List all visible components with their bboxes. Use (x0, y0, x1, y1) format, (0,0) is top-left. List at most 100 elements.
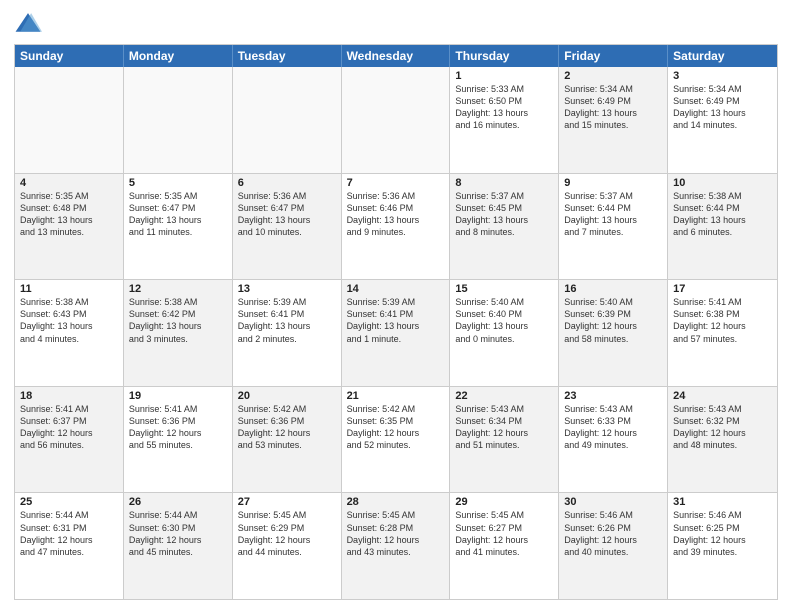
cell-text: Sunrise: 5:38 AM Sunset: 6:43 PM Dayligh… (20, 296, 118, 345)
calendar-cell: 25Sunrise: 5:44 AM Sunset: 6:31 PM Dayli… (15, 493, 124, 599)
day-number: 20 (238, 390, 336, 402)
calendar-cell (124, 67, 233, 173)
calendar-cell: 4Sunrise: 5:35 AM Sunset: 6:48 PM Daylig… (15, 174, 124, 280)
day-number: 29 (455, 496, 553, 508)
cell-text: Sunrise: 5:41 AM Sunset: 6:38 PM Dayligh… (673, 296, 772, 345)
day-number: 30 (564, 496, 662, 508)
cell-text: Sunrise: 5:37 AM Sunset: 6:45 PM Dayligh… (455, 190, 553, 239)
cell-text: Sunrise: 5:43 AM Sunset: 6:34 PM Dayligh… (455, 403, 553, 452)
cell-text: Sunrise: 5:38 AM Sunset: 6:42 PM Dayligh… (129, 296, 227, 345)
cell-text: Sunrise: 5:34 AM Sunset: 6:49 PM Dayligh… (564, 83, 662, 132)
calendar-cell: 21Sunrise: 5:42 AM Sunset: 6:35 PM Dayli… (342, 387, 451, 493)
day-number: 26 (129, 496, 227, 508)
calendar-cell: 5Sunrise: 5:35 AM Sunset: 6:47 PM Daylig… (124, 174, 233, 280)
calendar-header-day: Wednesday (342, 45, 451, 67)
calendar-cell: 13Sunrise: 5:39 AM Sunset: 6:41 PM Dayli… (233, 280, 342, 386)
day-number: 28 (347, 496, 445, 508)
calendar-cell: 14Sunrise: 5:39 AM Sunset: 6:41 PM Dayli… (342, 280, 451, 386)
cell-text: Sunrise: 5:35 AM Sunset: 6:48 PM Dayligh… (20, 190, 118, 239)
calendar-cell: 10Sunrise: 5:38 AM Sunset: 6:44 PM Dayli… (668, 174, 777, 280)
calendar-cell (233, 67, 342, 173)
logo-icon (14, 10, 42, 38)
day-number: 4 (20, 177, 118, 189)
day-number: 3 (673, 70, 772, 82)
calendar-cell (342, 67, 451, 173)
calendar-cell: 2Sunrise: 5:34 AM Sunset: 6:49 PM Daylig… (559, 67, 668, 173)
day-number: 22 (455, 390, 553, 402)
calendar-row: 25Sunrise: 5:44 AM Sunset: 6:31 PM Dayli… (15, 492, 777, 599)
cell-text: Sunrise: 5:45 AM Sunset: 6:28 PM Dayligh… (347, 509, 445, 558)
calendar-cell: 15Sunrise: 5:40 AM Sunset: 6:40 PM Dayli… (450, 280, 559, 386)
calendar-cell: 30Sunrise: 5:46 AM Sunset: 6:26 PM Dayli… (559, 493, 668, 599)
cell-text: Sunrise: 5:34 AM Sunset: 6:49 PM Dayligh… (673, 83, 772, 132)
page: SundayMondayTuesdayWednesdayThursdayFrid… (0, 0, 792, 612)
calendar-row: 11Sunrise: 5:38 AM Sunset: 6:43 PM Dayli… (15, 279, 777, 386)
day-number: 14 (347, 283, 445, 295)
header (14, 10, 778, 38)
cell-text: Sunrise: 5:41 AM Sunset: 6:37 PM Dayligh… (20, 403, 118, 452)
logo (14, 10, 46, 38)
calendar-row: 18Sunrise: 5:41 AM Sunset: 6:37 PM Dayli… (15, 386, 777, 493)
cell-text: Sunrise: 5:39 AM Sunset: 6:41 PM Dayligh… (347, 296, 445, 345)
calendar-cell: 8Sunrise: 5:37 AM Sunset: 6:45 PM Daylig… (450, 174, 559, 280)
day-number: 23 (564, 390, 662, 402)
day-number: 24 (673, 390, 772, 402)
cell-text: Sunrise: 5:40 AM Sunset: 6:40 PM Dayligh… (455, 296, 553, 345)
calendar-row: 4Sunrise: 5:35 AM Sunset: 6:48 PM Daylig… (15, 173, 777, 280)
day-number: 25 (20, 496, 118, 508)
calendar-cell: 29Sunrise: 5:45 AM Sunset: 6:27 PM Dayli… (450, 493, 559, 599)
day-number: 31 (673, 496, 772, 508)
cell-text: Sunrise: 5:40 AM Sunset: 6:39 PM Dayligh… (564, 296, 662, 345)
day-number: 10 (673, 177, 772, 189)
calendar-cell: 1Sunrise: 5:33 AM Sunset: 6:50 PM Daylig… (450, 67, 559, 173)
day-number: 6 (238, 177, 336, 189)
calendar-cell: 17Sunrise: 5:41 AM Sunset: 6:38 PM Dayli… (668, 280, 777, 386)
calendar-cell (15, 67, 124, 173)
cell-text: Sunrise: 5:44 AM Sunset: 6:30 PM Dayligh… (129, 509, 227, 558)
cell-text: Sunrise: 5:36 AM Sunset: 6:46 PM Dayligh… (347, 190, 445, 239)
calendar-cell: 16Sunrise: 5:40 AM Sunset: 6:39 PM Dayli… (559, 280, 668, 386)
day-number: 19 (129, 390, 227, 402)
day-number: 5 (129, 177, 227, 189)
calendar-cell: 11Sunrise: 5:38 AM Sunset: 6:43 PM Dayli… (15, 280, 124, 386)
cell-text: Sunrise: 5:43 AM Sunset: 6:32 PM Dayligh… (673, 403, 772, 452)
day-number: 27 (238, 496, 336, 508)
calendar: SundayMondayTuesdayWednesdayThursdayFrid… (14, 44, 778, 600)
calendar-header-day: Sunday (15, 45, 124, 67)
calendar-cell: 20Sunrise: 5:42 AM Sunset: 6:36 PM Dayli… (233, 387, 342, 493)
calendar-cell: 19Sunrise: 5:41 AM Sunset: 6:36 PM Dayli… (124, 387, 233, 493)
calendar-header-day: Thursday (450, 45, 559, 67)
calendar-header-day: Monday (124, 45, 233, 67)
cell-text: Sunrise: 5:43 AM Sunset: 6:33 PM Dayligh… (564, 403, 662, 452)
calendar-cell: 28Sunrise: 5:45 AM Sunset: 6:28 PM Dayli… (342, 493, 451, 599)
cell-text: Sunrise: 5:33 AM Sunset: 6:50 PM Dayligh… (455, 83, 553, 132)
day-number: 11 (20, 283, 118, 295)
calendar-cell: 31Sunrise: 5:46 AM Sunset: 6:25 PM Dayli… (668, 493, 777, 599)
day-number: 16 (564, 283, 662, 295)
day-number: 15 (455, 283, 553, 295)
cell-text: Sunrise: 5:35 AM Sunset: 6:47 PM Dayligh… (129, 190, 227, 239)
day-number: 13 (238, 283, 336, 295)
day-number: 8 (455, 177, 553, 189)
calendar-cell: 7Sunrise: 5:36 AM Sunset: 6:46 PM Daylig… (342, 174, 451, 280)
cell-text: Sunrise: 5:39 AM Sunset: 6:41 PM Dayligh… (238, 296, 336, 345)
calendar-cell: 24Sunrise: 5:43 AM Sunset: 6:32 PM Dayli… (668, 387, 777, 493)
day-number: 1 (455, 70, 553, 82)
cell-text: Sunrise: 5:45 AM Sunset: 6:27 PM Dayligh… (455, 509, 553, 558)
calendar-body: 1Sunrise: 5:33 AM Sunset: 6:50 PM Daylig… (15, 67, 777, 599)
calendar-header-day: Saturday (668, 45, 777, 67)
cell-text: Sunrise: 5:44 AM Sunset: 6:31 PM Dayligh… (20, 509, 118, 558)
calendar-cell: 12Sunrise: 5:38 AM Sunset: 6:42 PM Dayli… (124, 280, 233, 386)
day-number: 9 (564, 177, 662, 189)
calendar-cell: 23Sunrise: 5:43 AM Sunset: 6:33 PM Dayli… (559, 387, 668, 493)
day-number: 21 (347, 390, 445, 402)
cell-text: Sunrise: 5:42 AM Sunset: 6:35 PM Dayligh… (347, 403, 445, 452)
calendar-cell: 6Sunrise: 5:36 AM Sunset: 6:47 PM Daylig… (233, 174, 342, 280)
calendar-cell: 26Sunrise: 5:44 AM Sunset: 6:30 PM Dayli… (124, 493, 233, 599)
cell-text: Sunrise: 5:38 AM Sunset: 6:44 PM Dayligh… (673, 190, 772, 239)
cell-text: Sunrise: 5:45 AM Sunset: 6:29 PM Dayligh… (238, 509, 336, 558)
day-number: 18 (20, 390, 118, 402)
cell-text: Sunrise: 5:41 AM Sunset: 6:36 PM Dayligh… (129, 403, 227, 452)
cell-text: Sunrise: 5:42 AM Sunset: 6:36 PM Dayligh… (238, 403, 336, 452)
calendar-cell: 9Sunrise: 5:37 AM Sunset: 6:44 PM Daylig… (559, 174, 668, 280)
